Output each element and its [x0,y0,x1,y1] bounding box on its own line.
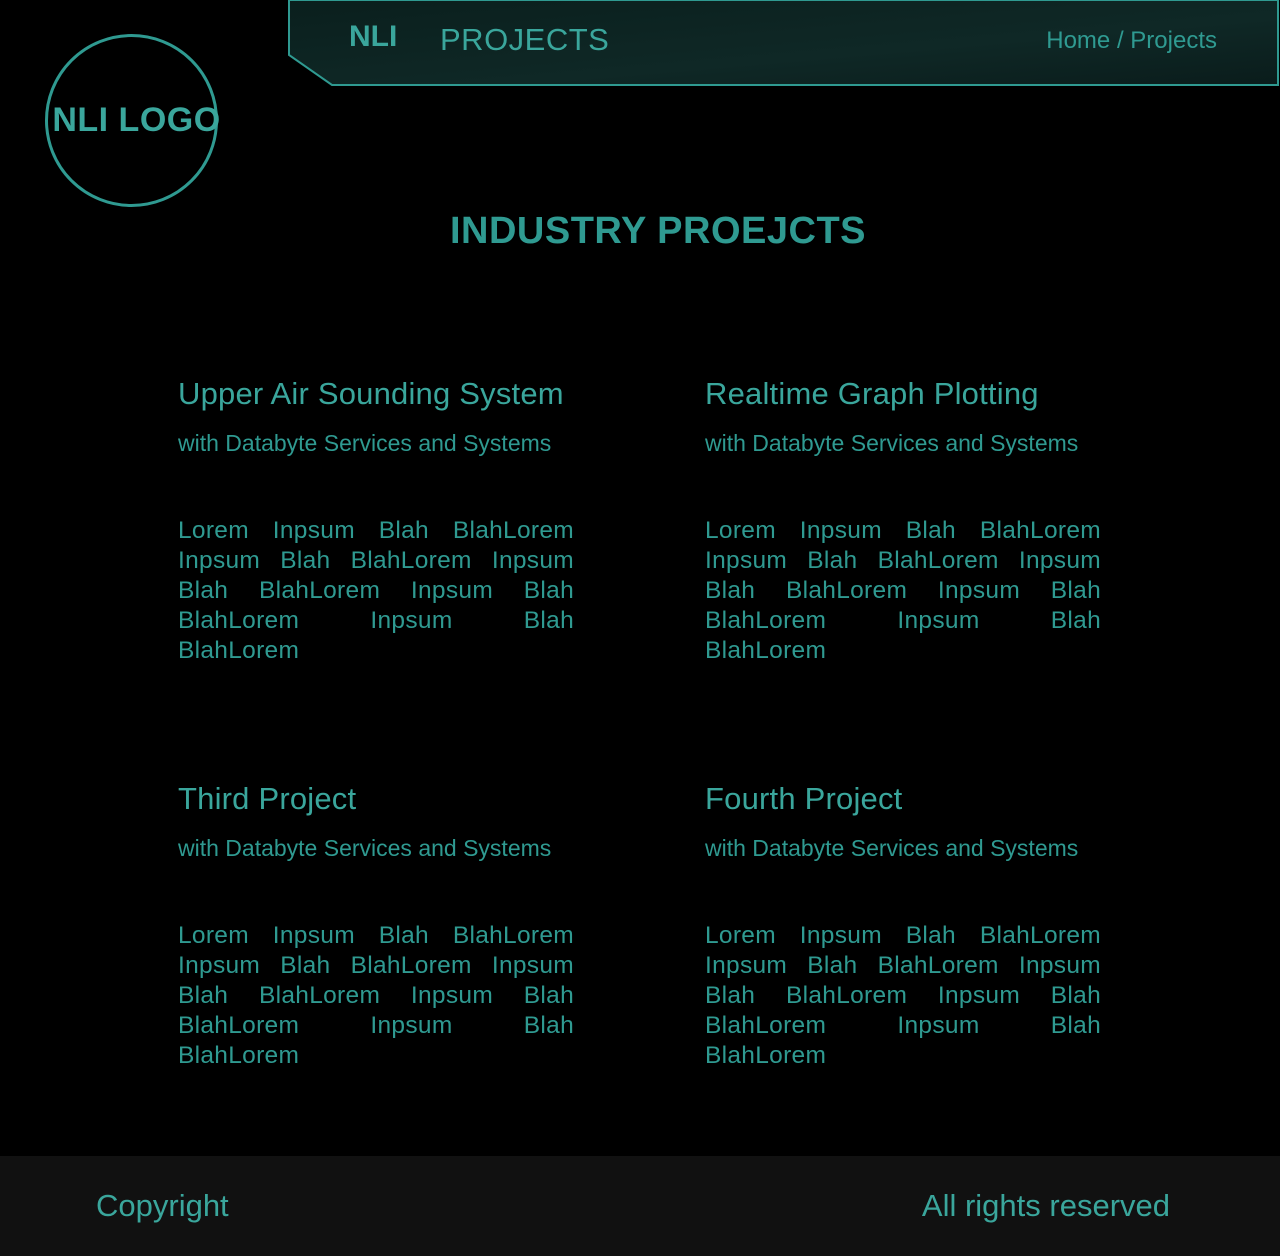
project-card: Fourth Project with Databyte Services an… [705,781,1101,1071]
logo[interactable]: NLI LOGO [45,34,221,207]
page-title: INDUSTRY PROEJCTS [449,210,867,252]
breadcrumb-separator: / [1110,27,1131,54]
footer: Copyright All rights reserved [0,1156,1280,1256]
project-card: Realtime Graph Plotting with Databyte Se… [705,376,1101,666]
project-subtitle: with Databyte Services and Systems [178,835,552,861]
nav-brand[interactable]: NLI [349,20,397,54]
breadcrumb-home[interactable]: Home [1046,27,1110,54]
project-description: Lorem Inpsum Blah BlahLorem Inpsum Blah … [705,517,1101,664]
project-subtitle: with Databyte Services and Systems [178,430,552,456]
project-card: Upper Air Sounding System with Databyte … [178,376,574,666]
nav-projects[interactable]: PROJECTS [440,22,609,58]
project-subtitle: with Databyte Services and Systems [705,835,1079,861]
breadcrumb-current: Projects [1130,27,1217,54]
footer-rights: All rights reserved [921,1188,1170,1223]
project-title[interactable]: Realtime Graph Plotting [705,376,1101,412]
breadcrumb: Home / Projects [1046,27,1217,55]
footer-copyright: Copyright [96,1188,229,1223]
project-title[interactable]: Third Project [178,781,574,817]
project-description: Lorem Inpsum Blah BlahLorem Inpsum Blah … [705,922,1101,1069]
project-description: Lorem Inpsum Blah BlahLorem Inpsum Blah … [178,517,574,664]
project-title[interactable]: Fourth Project [705,781,1101,817]
project-title[interactable]: Upper Air Sounding System [178,376,574,412]
logo-text: NLI LOGO [52,101,221,139]
project-subtitle: with Databyte Services and Systems [705,430,1079,456]
project-description: Lorem Inpsum Blah BlahLorem Inpsum Blah … [178,922,574,1069]
project-card: Third Project with Databyte Services and… [178,781,574,1071]
